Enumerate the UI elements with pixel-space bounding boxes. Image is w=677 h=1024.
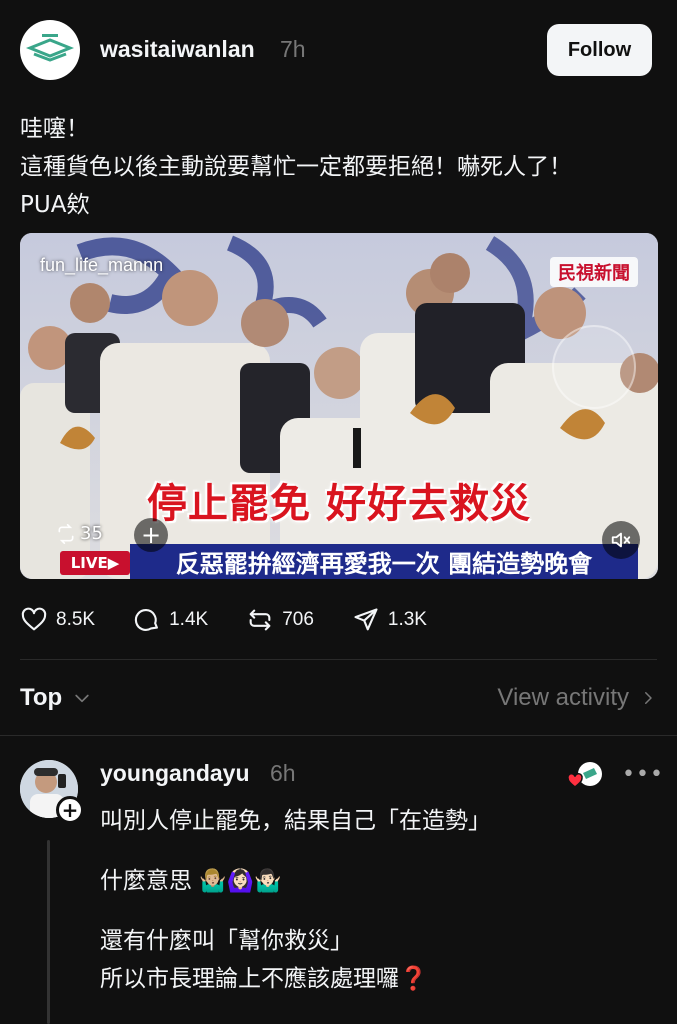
reply-username[interactable]: youngandayu	[100, 760, 250, 787]
more-options-button[interactable]: •••	[622, 762, 664, 787]
share-count: 1.3K	[387, 609, 427, 630]
video-watermark: fun_life_mannn	[40, 255, 164, 275]
liked-by-author-icon	[567, 762, 602, 788]
reply-text-line: 所以市長理論上不應該處理囉	[100, 966, 399, 992]
add-button[interactable]: +	[134, 518, 168, 552]
video-repost-count[interactable]: 35	[56, 523, 103, 544]
logo-icon	[25, 34, 75, 62]
live-badge: LIVE▶	[60, 551, 130, 575]
repost-icon	[58, 523, 74, 544]
mute-button[interactable]	[602, 521, 640, 559]
reply-text-line-with-mark: 所以市長理論上不應該處理囉❓	[100, 960, 428, 998]
reply-text-line: 還有什麼叫「幫你救災」	[100, 928, 353, 954]
replies-sort-row: Top View activity	[20, 676, 657, 720]
post-text-line: 哇噻！	[20, 116, 89, 142]
question-mark-emoji: ❓	[399, 966, 428, 992]
repost-count: 706	[282, 609, 314, 630]
channel-logo: 民視新聞	[550, 257, 638, 287]
chevron-right-icon	[645, 692, 652, 704]
post-text-line: 這種貨色以後主動說要幫忙一定都要拒絕！嚇死人了！	[20, 154, 572, 180]
view-activity-link[interactable]: View activity	[497, 684, 657, 712]
reply-timestamp: 6h	[270, 760, 296, 786]
divider	[20, 659, 657, 660]
post-text-line: PUA欸	[20, 192, 90, 218]
post-username[interactable]: wasitaiwanlan	[100, 36, 255, 63]
post-avatar[interactable]	[20, 20, 80, 80]
repost-button[interactable]: 706	[246, 606, 314, 634]
video-caption: 停止罷免 好好去救災	[147, 481, 531, 527]
section-divider	[0, 735, 677, 736]
repost-icon	[249, 609, 271, 631]
comment-button[interactable]: 1.4K	[133, 606, 208, 634]
like-count: 8.5K	[56, 609, 96, 630]
reply-text-line: 叫別人停止罷免，結果自己「在造勢」	[100, 808, 491, 834]
emoji-group: 🤷🏼‍♂️🙆🏻‍♀️🤷🏻‍♂️	[199, 869, 282, 894]
post-header: wasitaiwanlan 7h Follow	[0, 0, 677, 100]
like-button[interactable]: 8.5K	[20, 606, 95, 634]
reply-text-line: 什麼意思	[100, 868, 192, 894]
post-timestamp: 7h	[280, 36, 306, 62]
reply-text-line-with-emoji: 什麼意思 🤷🏼‍♂️🙆🏻‍♀️🤷🏻‍♂️	[100, 862, 282, 901]
post-actions: 8.5K 1.4K 706 1.3K	[20, 600, 660, 640]
thread-line	[47, 840, 50, 1024]
share-button[interactable]: 1.3K	[352, 606, 427, 634]
follow-button[interactable]: Follow	[547, 24, 652, 76]
video-repost-count-label: 35	[80, 523, 103, 544]
send-icon	[354, 608, 378, 631]
comment-bubble-icon	[134, 609, 159, 631]
reaction-icon[interactable]	[566, 760, 604, 792]
video-ticker: 反惡罷拚經濟再愛我一次 團結造勢晚會	[130, 544, 638, 579]
speaker-muted-icon	[611, 532, 631, 548]
heart-icon	[21, 607, 47, 631]
view-activity-label: View activity	[497, 684, 629, 711]
chevron-down-icon	[75, 694, 89, 703]
post-text: 哇噻！ 這種貨色以後主動說要幫忙一定都要拒絕！嚇死人了！ PUA欸	[20, 110, 660, 224]
sort-label: Top	[20, 684, 63, 711]
sort-dropdown[interactable]: Top	[20, 684, 92, 712]
post-video[interactable]: fun_life_mannn 民視新聞 停止罷免 好好去救災 反惡罷拚經濟再愛我…	[20, 233, 658, 579]
video-overlay-circle	[552, 325, 636, 409]
follow-plus-badge[interactable]: +	[56, 796, 84, 824]
comment-count: 1.4K	[169, 609, 209, 630]
